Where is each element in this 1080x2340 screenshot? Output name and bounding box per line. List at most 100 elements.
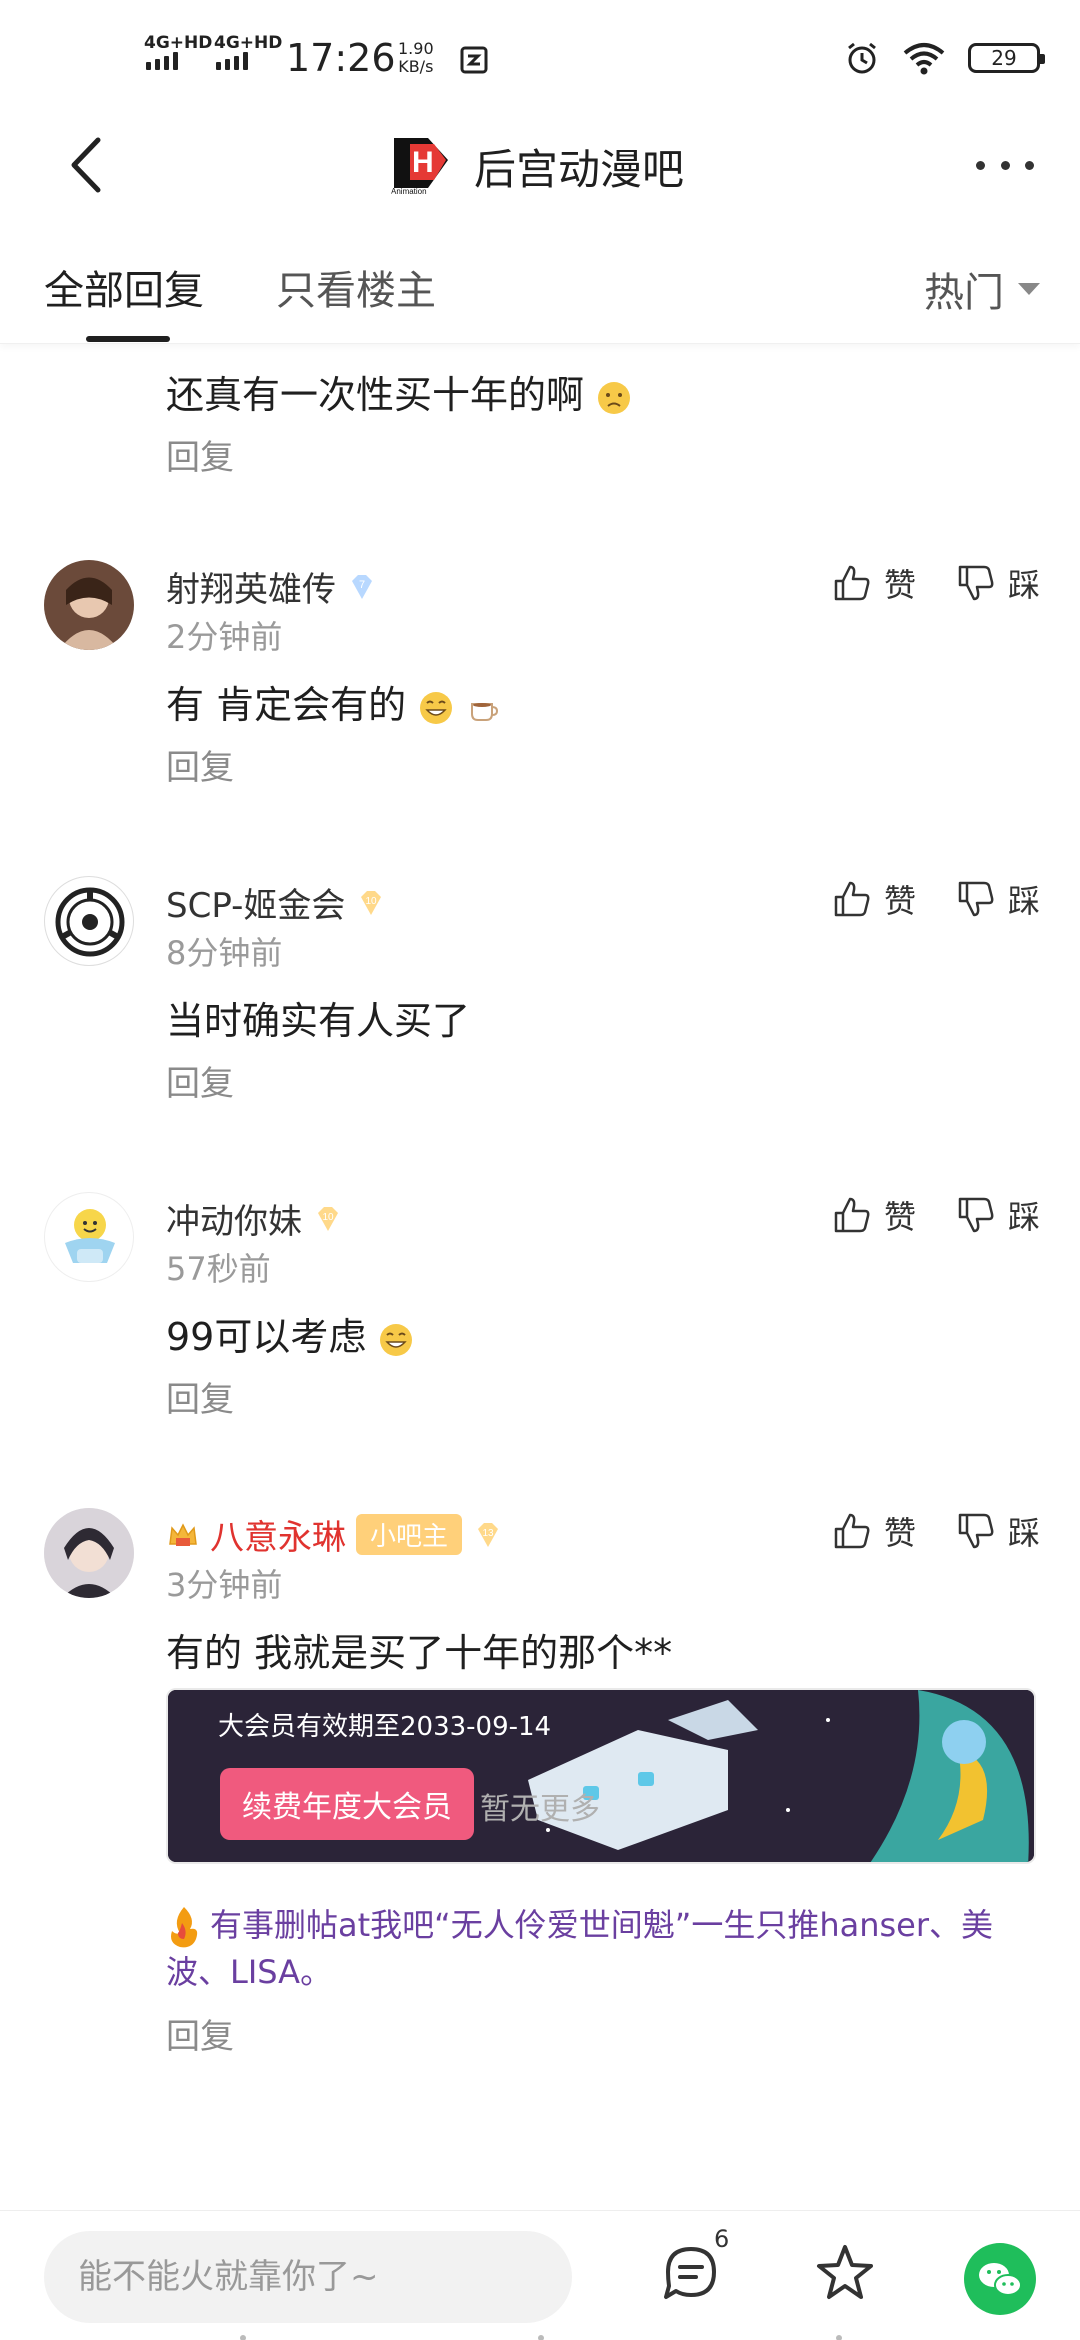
- svg-text:7: 7: [359, 579, 365, 591]
- reply-link[interactable]: 回复: [166, 2009, 1036, 2058]
- avatar-image: [44, 560, 134, 650]
- svg-text:10: 10: [322, 1212, 334, 1223]
- status-bar: 4G+HD 4G+HD 17:26 1.90 KB/s 29: [0, 0, 1080, 110]
- title-bar: H Animation 后宫动漫吧: [0, 110, 1080, 220]
- more-dot-icon: [976, 160, 985, 170]
- more-options-button[interactable]: [970, 140, 1040, 190]
- scp-logo-avatar-icon: [55, 887, 125, 957]
- user-signature: 有事删帖at我吧“无人伶爱世间魁”一生只推hanser、美波、LISA。: [166, 1906, 994, 1991]
- network-label-1: 4G+HD: [144, 33, 213, 53]
- forum-logo[interactable]: H Animation: [388, 130, 454, 196]
- vip-expiry-text: 大会员有效期至2033-09-14: [218, 1712, 552, 1742]
- username[interactable]: 冲动你妹: [166, 1194, 302, 1243]
- comment-text: 还真有一次性买十年的啊: [166, 370, 632, 420]
- caret-down-icon: [1018, 283, 1040, 295]
- dislike-button[interactable]: 踩: [956, 876, 1040, 922]
- star-icon: [817, 2245, 873, 2299]
- comment-text: 有 肯定会有的: [166, 680, 1036, 730]
- level-diamond-icon: 10: [361, 890, 382, 915]
- vip-membership-image[interactable]: 大会员有效期至2033-09-14 续费年度大会员: [166, 1688, 1036, 1864]
- vote-actions: 赞 踩: [832, 876, 1040, 922]
- dislike-button[interactable]: 踩: [956, 1192, 1040, 1238]
- wifi-icon: [903, 43, 945, 75]
- forum-logo-image: H Animation: [388, 130, 454, 196]
- forum-title[interactable]: 后宫动漫吧: [474, 136, 684, 197]
- emoji-grin-icon: [380, 1323, 413, 1356]
- dislike-button[interactable]: 踩: [956, 560, 1040, 606]
- favorite-button[interactable]: [810, 2239, 880, 2309]
- comment-body: 当时确实有人买了 回复: [166, 996, 1036, 1105]
- reply-input[interactable]: [44, 2231, 572, 2323]
- comment-text: 99可以考虑: [166, 1312, 1036, 1362]
- avatar[interactable]: [44, 876, 134, 966]
- reply-link[interactable]: 回复: [166, 1056, 1036, 1105]
- like-button[interactable]: 赞: [832, 1192, 916, 1238]
- username-row: 冲动你妹 10: [166, 1194, 344, 1243]
- svg-text:H: H: [412, 146, 434, 179]
- tab-all-replies[interactable]: 全部回复: [44, 258, 204, 316]
- flame-icon: [171, 1907, 198, 1948]
- signal-icon-1: [146, 52, 178, 70]
- emoji-grin-icon: [420, 691, 453, 724]
- screenshot-notification-icon: [460, 46, 488, 74]
- sort-label: 热门: [924, 270, 1004, 316]
- battery-icon: 29: [968, 43, 1045, 73]
- thumbs-down-icon: [958, 565, 994, 601]
- status-icons-right: 29: [844, 40, 1045, 76]
- username[interactable]: 八意永琳: [210, 1510, 346, 1559]
- sort-dropdown[interactable]: 热门: [924, 260, 1040, 318]
- clock: 17:26: [286, 36, 396, 80]
- tab-owner-only[interactable]: 只看楼主: [276, 258, 436, 316]
- avatar[interactable]: [44, 1192, 134, 1282]
- comment-text: 当时确实有人买了: [166, 999, 471, 1043]
- cartoon-avatar-icon: [65, 1209, 115, 1263]
- level-diamond-icon: 13: [478, 1522, 499, 1547]
- more-dot-icon: [1000, 160, 1010, 170]
- timestamp: 2分钟前: [166, 618, 283, 656]
- level-diamond-icon: 7: [352, 574, 372, 599]
- network-label-2: 4G+HD: [214, 33, 283, 53]
- reply-link[interactable]: 回复: [166, 430, 632, 479]
- active-tab-indicator: [86, 336, 170, 342]
- back-button[interactable]: [60, 132, 120, 198]
- username-row: 八意永琳 小吧主 13: [166, 1510, 504, 1559]
- username[interactable]: SCP-姬金会: [166, 878, 345, 927]
- avatar[interactable]: [44, 1508, 134, 1598]
- dislike-button[interactable]: 踩: [956, 1508, 1040, 1554]
- like-button[interactable]: 赞: [832, 560, 916, 606]
- comment-text: 有的 我就是买了十年的那个**: [166, 1631, 673, 1675]
- thumbs-up-icon: [834, 1513, 870, 1549]
- moderator-badge: 小吧主: [356, 1514, 463, 1555]
- thumbs-down-icon: [958, 1197, 994, 1233]
- svg-text:13: 13: [482, 1528, 494, 1539]
- tab-bar: 全部回复 只看楼主 热门: [0, 220, 1080, 344]
- comment-body: 有 肯定会有的 回复: [166, 680, 1036, 789]
- network-speed: 1.90 KB/s: [398, 39, 434, 76]
- vote-actions: 赞 踩: [832, 1192, 1040, 1238]
- timestamp: 57秒前: [166, 1250, 271, 1288]
- username-row: SCP-姬金会 10: [166, 878, 387, 927]
- wechat-share-button[interactable]: [964, 2243, 1036, 2315]
- timestamp: 8分钟前: [166, 934, 283, 972]
- svg-text:10: 10: [366, 896, 378, 907]
- avatar[interactable]: [44, 560, 134, 650]
- nav-hint-dot: [240, 2335, 246, 2340]
- thumbs-up-icon: [834, 565, 870, 601]
- reply-link[interactable]: 回复: [166, 1372, 1036, 1421]
- svg-text:Animation: Animation: [391, 187, 427, 196]
- like-button[interactable]: 赞: [832, 876, 916, 922]
- thumbs-up-icon: [834, 1197, 870, 1233]
- nav-hint-dot: [538, 2335, 544, 2340]
- chevron-left-icon: [71, 137, 101, 193]
- signal-icon-2: [216, 52, 248, 70]
- partial-reply: 还真有一次性买十年的啊 回复: [166, 370, 632, 479]
- username-row: 射翔英雄传 7: [166, 562, 378, 611]
- vote-actions: 赞 踩: [832, 560, 1040, 606]
- username[interactable]: 射翔英雄传: [166, 562, 336, 611]
- vote-actions: 赞 踩: [832, 1508, 1040, 1554]
- thumbs-down-icon: [958, 881, 994, 917]
- thumbs-up-icon: [834, 881, 870, 917]
- reply-link[interactable]: 回复: [166, 740, 1036, 789]
- like-button[interactable]: 赞: [832, 1508, 916, 1554]
- alarm-icon: [848, 42, 876, 74]
